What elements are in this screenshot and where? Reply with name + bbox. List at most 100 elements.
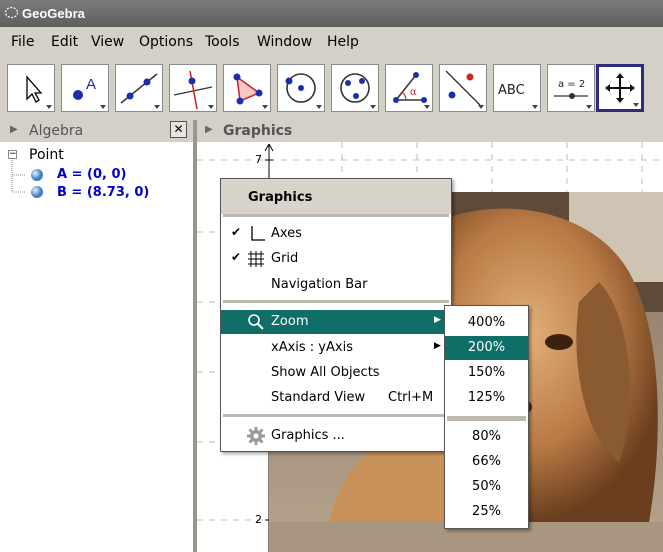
point-tool-button[interactable]: A <box>61 64 109 112</box>
move-tool-button[interactable] <box>7 64 55 112</box>
point-icon: A <box>73 76 106 109</box>
menu-tools[interactable]: Tools <box>205 34 240 50</box>
y-tick-7: 7 <box>255 153 262 166</box>
line-tool-button[interactable] <box>115 64 163 112</box>
polygon-icon <box>233 73 268 109</box>
submenu-arrow-icon: ▶ <box>434 315 441 325</box>
zoom-80[interactable]: 80% <box>445 425 528 449</box>
title-bar: GeoGebra <box>0 0 663 27</box>
circle-icon <box>285 73 322 109</box>
text-tool-button[interactable]: ABC <box>493 64 541 112</box>
menu-item-standard-view[interactable]: Standard View Ctrl+M <box>221 386 451 410</box>
text-tool-label: ABC <box>498 83 525 98</box>
menu-separator <box>223 300 449 303</box>
check-icon: ✔ <box>231 225 242 239</box>
menu-item-navigation-bar[interactable]: Navigation Bar <box>221 273 451 297</box>
context-menu-title: Graphics <box>248 190 313 205</box>
graphics-view-header: ▶ Graphics <box>197 120 663 142</box>
move-graphics-icon <box>605 73 639 107</box>
point-tool-label: A <box>86 76 96 93</box>
zoom-66-label: 66% <box>472 454 501 469</box>
menu-item-axis-ratio-label: xAxis : yAxis <box>271 340 353 355</box>
axes-icon <box>251 226 265 241</box>
menu-view[interactable]: View <box>91 34 124 50</box>
graphics-context-menu: Graphics ✔ Axes ✔ Grid Navigation Bar Zo… <box>220 178 452 452</box>
slider-tool-button[interactable]: a = 2 <box>547 64 595 112</box>
submenu-arrow-icon: ▶ <box>434 341 441 351</box>
menu-item-zoom-label: Zoom <box>271 314 309 329</box>
algebra-view: − Point A = (0, 0) B = (8.73, 0) <box>0 142 193 552</box>
menu-item-show-all-objects[interactable]: Show All Objects <box>221 361 451 385</box>
close-algebra-icon[interactable]: ✕ <box>170 121 187 138</box>
geogebra-logo-icon <box>4 6 19 19</box>
conic-tool-button[interactable] <box>331 64 379 112</box>
menu-separator <box>223 414 449 417</box>
menu-item-grid[interactable]: ✔ Grid <box>221 247 451 271</box>
menu-options[interactable]: Options <box>139 34 193 50</box>
perpendicular-icon <box>173 70 214 110</box>
zoom-50[interactable]: 50% <box>445 475 528 499</box>
algebra-view-header: ▶ Algebra ✕ <box>0 120 193 142</box>
slider-tool-label: a = 2 <box>558 79 585 90</box>
menu-item-grid-label: Grid <box>271 251 299 266</box>
menu-item-graphics-settings-label: Graphics ... <box>271 428 345 443</box>
algebra-title: Algebra <box>29 123 84 139</box>
zoom-submenu: 400% 200% 150% 125% 80% 66% 50% 25% <box>444 305 529 529</box>
angle-tool-label: α <box>410 87 417 98</box>
zoom-400[interactable]: 400% <box>445 311 528 335</box>
menu-file[interactable]: File <box>11 34 34 50</box>
slider-icon: a = 2 <box>554 79 592 109</box>
graphics-collapse-icon[interactable]: ▶ <box>205 124 213 135</box>
algebra-item-b[interactable]: B = (8.73, 0) <box>57 185 149 200</box>
zoom-200[interactable]: 200% <box>445 336 528 360</box>
menu-item-standard-view-label: Standard View <box>271 390 366 405</box>
reflect-tool-button[interactable] <box>439 64 487 112</box>
zoom-150[interactable]: 150% <box>445 361 528 385</box>
angle-icon: α <box>393 72 430 109</box>
zoom-66[interactable]: 66% <box>445 450 528 474</box>
menu-bar: File Edit View Options Tools Window Help <box>0 27 663 56</box>
point-a-visibility-icon[interactable] <box>30 168 44 182</box>
context-menu-header: Graphics <box>221 179 451 214</box>
menu-help[interactable]: Help <box>327 34 359 50</box>
window-title: GeoGebra <box>22 6 85 21</box>
conic-icon <box>340 73 376 109</box>
menu-item-graphics-settings[interactable]: Graphics ... <box>221 424 451 448</box>
standard-view-shortcut: Ctrl+M <box>388 390 434 405</box>
move-graphics-view-tool-button[interactable] <box>596 64 644 112</box>
y-tick-2: 2 <box>255 513 262 526</box>
zoom-25[interactable]: 25% <box>445 500 528 524</box>
menu-item-axes[interactable]: ✔ Axes <box>221 222 451 246</box>
algebra-item-a[interactable]: A = (0, 0) <box>57 167 126 182</box>
graphics-title: Graphics <box>223 123 293 139</box>
angle-tool-button[interactable]: α <box>385 64 433 112</box>
grid-icon <box>248 251 264 267</box>
line-icon <box>120 73 160 109</box>
menu-item-navigation-bar-label: Navigation Bar <box>271 277 368 292</box>
arrow-pointer-icon <box>26 75 52 109</box>
zoom-50-label: 50% <box>472 479 501 494</box>
zoom-125[interactable]: 125% <box>445 386 528 410</box>
gear-icon <box>247 427 265 445</box>
zoom-icon <box>248 314 264 330</box>
zoom-125-label: 125% <box>467 390 506 405</box>
zoom-200-label: 200% <box>467 340 506 355</box>
reflect-icon <box>445 70 484 109</box>
algebra-collapse-icon[interactable]: ▶ <box>10 124 18 135</box>
zoom-separator <box>447 416 526 421</box>
menu-window[interactable]: Window <box>257 34 312 50</box>
menu-item-axis-ratio[interactable]: xAxis : yAxis ▶ <box>221 336 451 360</box>
menu-item-axes-label: Axes <box>271 226 302 241</box>
menu-item-show-all-objects-label: Show All Objects <box>271 365 380 380</box>
text-icon: ABC <box>498 83 538 109</box>
toolbar: A α ABC a = 2 <box>0 56 663 118</box>
zoom-80-label: 80% <box>472 429 501 444</box>
circle-tool-button[interactable] <box>277 64 325 112</box>
zoom-150-label: 150% <box>467 365 506 380</box>
zoom-25-label: 25% <box>472 504 501 519</box>
menu-item-zoom[interactable]: Zoom ▶ <box>221 310 451 334</box>
polygon-tool-button[interactable] <box>223 64 271 112</box>
menu-edit[interactable]: Edit <box>51 34 78 50</box>
point-b-visibility-icon[interactable] <box>30 185 44 199</box>
perpendicular-line-tool-button[interactable] <box>169 64 217 112</box>
